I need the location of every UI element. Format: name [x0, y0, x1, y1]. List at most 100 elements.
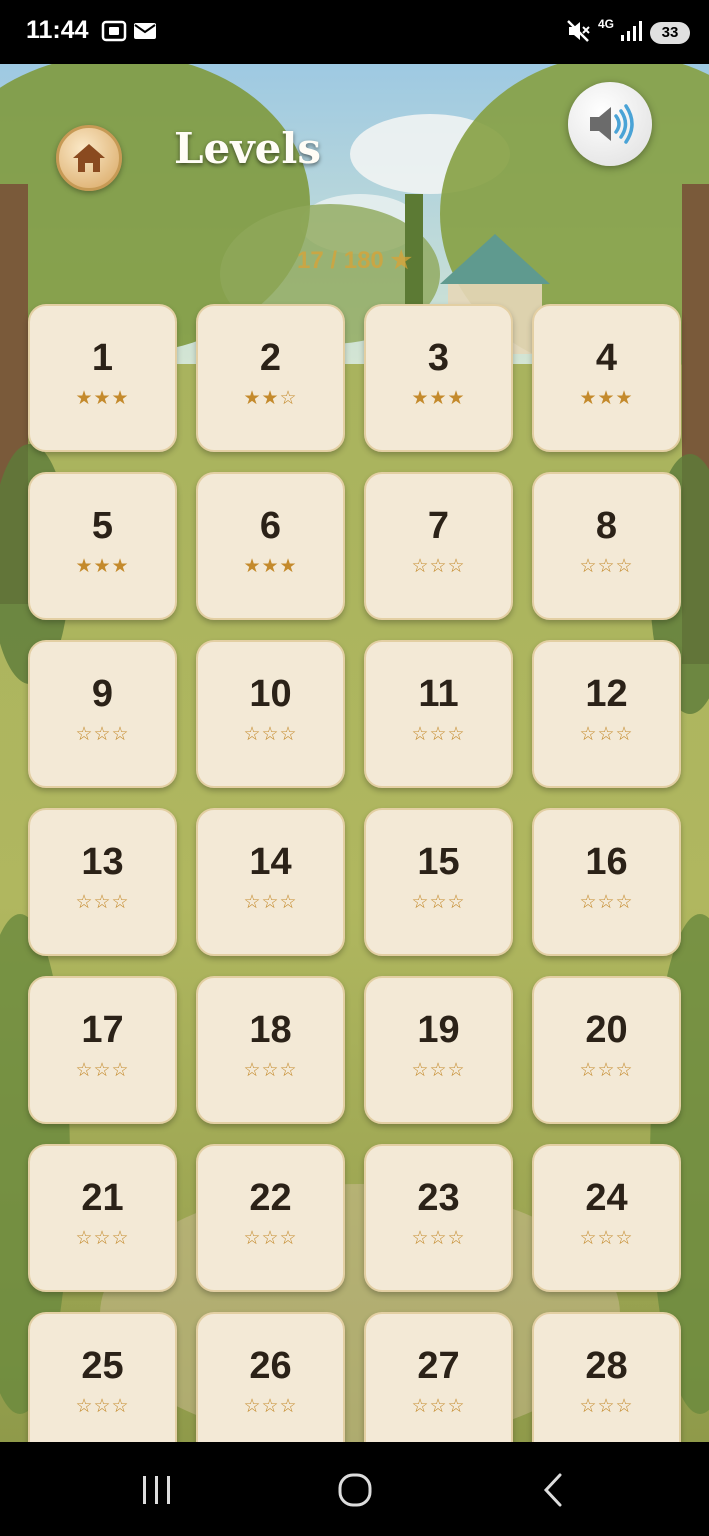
network-type: 4G — [598, 17, 615, 31]
recents-icon[interactable] — [137, 1470, 177, 1510]
level-tile-15[interactable]: 15 ☆☆☆ — [364, 808, 513, 956]
level-stars: ☆☆☆ — [579, 556, 634, 577]
level-number: 22 — [249, 1177, 292, 1219]
level-tile-7[interactable]: 7 ☆☆☆ — [364, 472, 513, 620]
level-stars: ★★★ — [75, 556, 130, 577]
level-number: 26 — [249, 1345, 292, 1387]
level-tile-2[interactable]: 2 ★★☆ — [196, 304, 345, 452]
home-circle-icon[interactable] — [335, 1470, 375, 1510]
level-number: 13 — [81, 841, 124, 883]
level-number: 8 — [595, 505, 618, 547]
level-tile-6[interactable]: 6 ★★★ — [196, 472, 345, 620]
level-stars: ☆☆☆ — [243, 724, 298, 745]
level-stars: ☆☆☆ — [243, 1228, 298, 1249]
signal-icon — [621, 21, 642, 41]
level-stars: ★★☆ — [243, 388, 298, 409]
page-title: Levels — [174, 124, 321, 173]
level-stars: ☆☆☆ — [411, 1228, 466, 1249]
level-stars: ☆☆☆ — [243, 892, 298, 913]
level-tile-13[interactable]: 13 ☆☆☆ — [28, 808, 177, 956]
level-tile-18[interactable]: 18 ☆☆☆ — [196, 976, 345, 1124]
level-number: 28 — [585, 1345, 628, 1387]
level-tile-19[interactable]: 19 ☆☆☆ — [364, 976, 513, 1124]
level-number: 11 — [418, 673, 459, 715]
level-stars: ☆☆☆ — [579, 892, 634, 913]
level-stars: ☆☆☆ — [579, 1396, 634, 1417]
level-number: 7 — [427, 505, 450, 547]
level-number: 23 — [417, 1177, 460, 1219]
level-tile-3[interactable]: 3 ★★★ — [364, 304, 513, 452]
level-number: 15 — [417, 841, 460, 883]
level-tile-27[interactable]: 27 ☆☆☆ — [364, 1312, 513, 1442]
level-tile-26[interactable]: 26 ☆☆☆ — [196, 1312, 345, 1442]
level-tile-14[interactable]: 14 ☆☆☆ — [196, 808, 345, 956]
screenshot-icon — [101, 20, 127, 42]
level-stars: ☆☆☆ — [411, 1396, 466, 1417]
level-number: 16 — [585, 841, 628, 883]
level-tile-25[interactable]: 25 ☆☆☆ — [28, 1312, 177, 1442]
level-stars: ☆☆☆ — [579, 724, 634, 745]
level-select-screen: Levels 17 / 180 ★ 1 ★★★ 2 ★★☆ 3 ★★★ 4 ★★★ 5 ★★★ 6 ★… — [0, 64, 709, 1442]
level-tile-12[interactable]: 12 ☆☆☆ — [532, 640, 681, 788]
total-star-count: 17 / 180 ★ — [297, 247, 412, 274]
level-stars: ☆☆☆ — [243, 1396, 298, 1417]
level-number: 3 — [427, 337, 450, 379]
level-tile-16[interactable]: 16 ☆☆☆ — [532, 808, 681, 956]
level-number: 14 — [249, 841, 292, 883]
level-number: 9 — [91, 673, 114, 715]
level-number: 12 — [585, 673, 628, 715]
level-stars: ☆☆☆ — [75, 892, 130, 913]
level-tile-23[interactable]: 23 ☆☆☆ — [364, 1144, 513, 1292]
level-tile-1[interactable]: 1 ★★★ — [28, 304, 177, 452]
level-tile-22[interactable]: 22 ☆☆☆ — [196, 1144, 345, 1292]
level-number: 10 — [249, 673, 292, 715]
level-number: 6 — [259, 505, 282, 547]
level-stars: ☆☆☆ — [75, 724, 130, 745]
level-stars: ☆☆☆ — [75, 1396, 130, 1417]
level-number: 20 — [585, 1009, 628, 1051]
level-stars: ☆☆☆ — [411, 892, 466, 913]
level-number: 18 — [249, 1009, 292, 1051]
level-number: 24 — [585, 1177, 628, 1219]
level-stars: ☆☆☆ — [75, 1228, 130, 1249]
level-tile-28[interactable]: 28 ☆☆☆ — [532, 1312, 681, 1442]
level-number: 27 — [417, 1345, 460, 1387]
status-bar: 11:44 4G 33 — [0, 0, 709, 64]
level-tile-5[interactable]: 5 ★★★ — [28, 472, 177, 620]
mute-icon — [567, 20, 590, 42]
speaker-icon — [590, 104, 634, 144]
level-number: 21 — [81, 1177, 124, 1219]
level-stars: ★★★ — [243, 556, 298, 577]
level-stars: ☆☆☆ — [579, 1228, 634, 1249]
level-tile-4[interactable]: 4 ★★★ — [532, 304, 681, 452]
level-tile-10[interactable]: 10 ☆☆☆ — [196, 640, 345, 788]
level-tile-8[interactable]: 8 ☆☆☆ — [532, 472, 681, 620]
level-tile-9[interactable]: 9 ☆☆☆ — [28, 640, 177, 788]
level-number: 1 — [91, 337, 114, 379]
level-number: 4 — [595, 337, 618, 379]
level-tile-24[interactable]: 24 ☆☆☆ — [532, 1144, 681, 1292]
level-number: 5 — [91, 505, 114, 547]
level-stars: ☆☆☆ — [411, 556, 466, 577]
level-stars: ☆☆☆ — [75, 1060, 130, 1081]
level-number: 17 — [81, 1009, 124, 1051]
level-number: 25 — [81, 1345, 124, 1387]
level-number: 19 — [417, 1009, 460, 1051]
system-navigation-bar — [0, 1442, 709, 1536]
level-stars: ☆☆☆ — [411, 1060, 466, 1081]
sound-toggle-button[interactable] — [568, 82, 652, 166]
level-number: 2 — [259, 337, 282, 379]
level-tile-21[interactable]: 21 ☆☆☆ — [28, 1144, 177, 1292]
level-stars: ★★★ — [411, 388, 466, 409]
level-stars: ★★★ — [75, 388, 130, 409]
home-button[interactable] — [56, 125, 122, 191]
level-stars: ☆☆☆ — [411, 724, 466, 745]
level-stars: ★★★ — [579, 388, 634, 409]
level-stars: ☆☆☆ — [579, 1060, 634, 1081]
level-tile-20[interactable]: 20 ☆☆☆ — [532, 976, 681, 1124]
level-grid: 1 ★★★ 2 ★★☆ 3 ★★★ 4 ★★★ 5 ★★★ 6 ★★★ 7 ☆☆☆ 8 ☆☆☆ 9 ☆☆☆ 10 ☆☆… — [28, 304, 682, 1442]
level-tile-17[interactable]: 17 ☆☆☆ — [28, 976, 177, 1124]
level-tile-11[interactable]: 11 ☆☆☆ — [364, 640, 513, 788]
home-icon — [73, 144, 105, 172]
back-icon[interactable] — [534, 1470, 574, 1510]
